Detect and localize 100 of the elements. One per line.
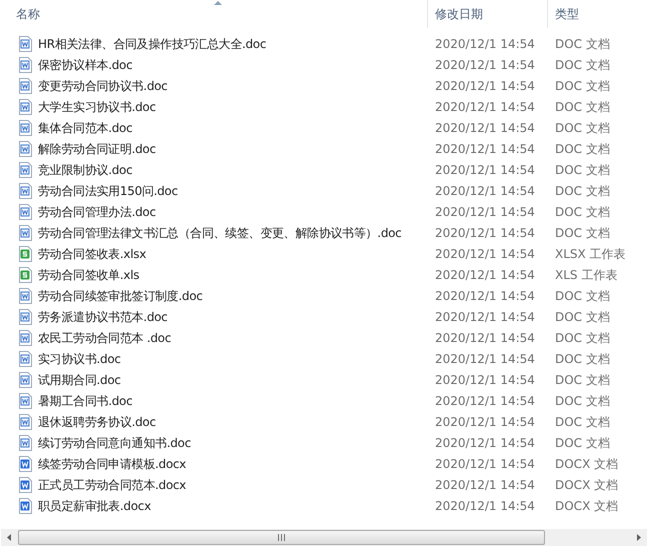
file-type: DOC 文档 [554,36,611,52]
file-name[interactable]: 变更劳动合同协议书.doc [38,76,168,94]
word-document-icon [19,162,32,178]
modified-date: 2020/12/1 14:54 [434,246,536,262]
modified-date: 2020/12/1 14:54 [434,56,536,74]
modified-date: 2020/12/1 14:54 [434,476,536,494]
file-name[interactable]: 劳务派遣协议书范本.doc [38,308,168,326]
file-type: DOC 文档 [554,434,611,452]
word-document-icon [19,456,32,472]
file-name[interactable]: 实习协议书.doc [38,350,121,368]
file-name[interactable]: 劳动合同管理法律文书汇总（合同、续签、变更、解除协议书等）.doc [38,224,402,242]
grip-icon [278,534,285,541]
file-type: DOC 文档 [554,204,611,220]
file-name[interactable]: 劳动合同签收表.xlsx [38,244,146,262]
column-header[interactable]: 名称 [0,0,428,28]
file-type: DOC 文档 [554,224,611,242]
right-arrow-icon [637,534,641,541]
word-document-icon [19,392,32,408]
modified-date: 2020/12/1 14:54 [434,456,536,472]
file-name[interactable]: 劳动合同法实用150问.doc [38,182,178,200]
file-type: DOC 文档 [554,56,611,74]
file-type: DOCX 文档 [554,498,620,514]
modified-date: 2020/12/1 14:54 [434,498,536,514]
file-type: DOC 文档 [554,350,611,368]
word-document-icon [19,56,32,72]
file-type: DOC 文档 [554,120,611,136]
file-type: DOC 文档 [554,140,611,158]
modified-date: 2020/12/1 14:54 [434,350,536,368]
file-type: DOC 文档 [554,288,611,304]
word-document-icon [19,476,32,492]
file-type: DOC 文档 [554,182,611,200]
modified-date: 2020/12/1 14:54 [434,434,536,452]
word-document-icon [19,308,32,324]
word-document-icon [19,182,32,198]
word-document-icon [19,224,32,240]
file-name[interactable]: 续签劳动合同申请模板.docx [38,454,186,472]
file-type: DOC 文档 [554,78,611,94]
modified-date: 2020/12/1 14:54 [434,182,536,200]
file-name[interactable]: 解除劳动合同证明.doc [38,140,156,158]
file-name[interactable]: 集体合同范本.doc [38,118,132,136]
modified-date: 2020/12/1 14:54 [434,98,536,116]
modified-date: 2020/12/1 14:54 [434,120,536,136]
file-name[interactable]: 续订劳动合同意向通知书.doc [38,434,191,452]
file-type: DOC 文档 [554,372,611,388]
left-arrow-icon [7,534,11,541]
word-document-icon [19,350,32,366]
word-document-icon [19,330,32,346]
word-document-icon [19,120,32,136]
sort-arrow-icon [214,1,222,5]
word-document-icon [19,36,32,52]
file-name[interactable]: 农民工劳动合同范本 .doc [38,328,171,346]
file-name[interactable]: 竞业限制协议.doc [38,160,132,178]
file-name[interactable]: 大学生实习协议书.doc [38,98,156,116]
file-type: DOCX 文档 [554,476,620,494]
file-type: DOC 文档 [554,392,611,410]
file-name[interactable]: 试用期合同.doc [38,370,121,388]
file-name[interactable]: 退休返聘劳务协议.doc [38,412,156,430]
column-header[interactable]: 修改日期 [428,0,548,28]
file-name[interactable]: 劳动合同管理办法.doc [38,202,156,220]
modified-date: 2020/12/1 14:54 [434,372,536,388]
file-type: DOC 文档 [554,162,611,178]
modified-date: 2020/12/1 14:54 [434,414,536,430]
file-name[interactable]: 暑期工合同书.doc [38,392,132,410]
file-type: XLSX 工作表 [554,246,627,262]
file-type: DOC 文档 [554,414,611,430]
modified-date: 2020/12/1 14:54 [434,392,536,410]
modified-date: 2020/12/1 14:54 [434,308,536,326]
word-document-icon [19,140,32,156]
word-document-icon [19,498,32,514]
file-type: DOC 文档 [554,330,611,346]
word-document-icon [19,288,32,304]
modified-date: 2020/12/1 14:54 [434,204,536,220]
word-document-icon [19,78,32,94]
modified-date: 2020/12/1 14:54 [434,266,536,284]
word-document-icon [19,204,32,220]
modified-date: 2020/12/1 14:54 [434,162,536,178]
modified-date: 2020/12/1 14:54 [434,224,536,242]
file-name[interactable]: 劳动合同签收单.xls [38,266,140,284]
modified-date: 2020/12/1 14:54 [434,36,536,52]
spreadsheet-icon [19,246,32,262]
modified-date: 2020/12/1 14:54 [434,330,536,346]
file-type: XLS 工作表 [554,266,618,284]
modified-date: 2020/12/1 14:54 [434,140,536,158]
modified-date: 2020/12/1 14:54 [434,78,536,94]
column-header[interactable]: 类型 [548,0,648,28]
scrollbar-thumb[interactable] [18,530,545,545]
file-type: DOCX 文档 [554,456,620,472]
file-name[interactable]: 劳动合同续签审批签订制度.doc [38,286,203,304]
word-document-icon [19,434,32,450]
word-document-icon [19,372,32,388]
file-type: DOC 文档 [554,308,611,326]
word-document-icon [19,414,32,430]
modified-date: 2020/12/1 14:54 [434,288,536,304]
file-type: DOC 文档 [554,98,611,116]
file-name[interactable]: 保密协议样本.doc [38,56,132,74]
file-name[interactable]: HR相关法律、合同及操作技巧汇总大全.doc [38,34,266,52]
file-name[interactable]: 职员定薪审批表.docx [38,496,151,514]
spreadsheet-icon [19,266,32,282]
file-name[interactable]: 正式员工劳动合同范本.docx [38,476,186,494]
word-document-icon [19,98,32,114]
